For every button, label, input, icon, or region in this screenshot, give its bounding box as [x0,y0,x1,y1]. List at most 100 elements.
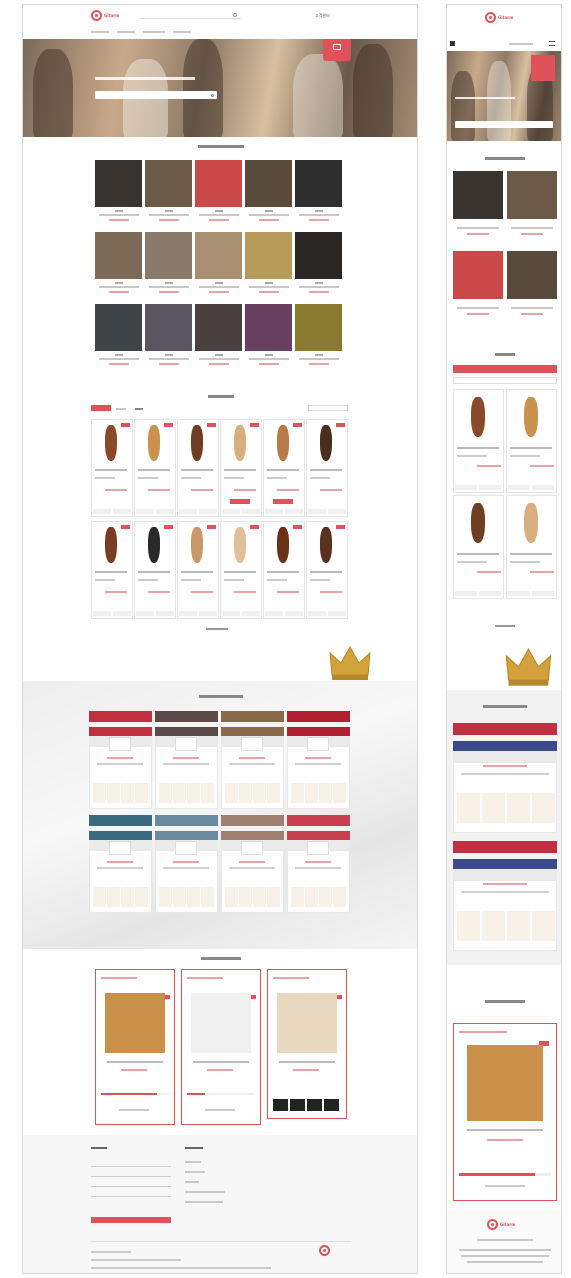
shop-product-thumb[interactable] [121,887,134,907]
compare-button[interactable] [508,485,530,490]
cart-button[interactable] [199,611,217,616]
section2-more-link[interactable] [206,628,228,630]
product-name[interactable] [249,214,289,216]
footer-link[interactable] [185,1171,205,1173]
shop-product-thumb[interactable] [457,793,480,823]
shop-product-thumb[interactable] [253,783,266,803]
product-name[interactable] [99,358,139,360]
shop-product-thumb[interactable] [333,783,346,803]
product-image[interactable] [277,527,289,563]
shop-product-thumb[interactable] [159,783,172,803]
shop-name[interactable] [173,861,199,863]
product-image[interactable] [95,304,142,351]
product-name[interactable] [224,571,256,573]
product-name[interactable] [457,227,499,229]
cart-button[interactable] [242,509,260,514]
product-name[interactable] [149,214,189,216]
shop-product-thumb[interactable] [187,887,200,907]
product-name[interactable] [299,214,339,216]
buy-button[interactable] [230,499,250,504]
product-name[interactable] [249,358,289,360]
product-image[interactable] [145,304,192,351]
footer-input[interactable] [91,1191,171,1197]
nav-item[interactable] [173,31,191,33]
shop-product-thumb[interactable] [173,887,186,907]
deal-name[interactable] [107,1061,163,1063]
compare-button[interactable] [136,509,154,514]
product-name[interactable] [199,286,239,288]
shop-product-thumb[interactable] [532,793,555,823]
cart-button[interactable] [285,509,303,514]
product-name[interactable] [299,286,339,288]
product-name[interactable] [267,571,299,573]
mobile-tab-bar[interactable] [453,365,557,373]
product-image[interactable] [105,425,117,461]
hero-search-input[interactable] [95,91,217,99]
product-name[interactable] [149,358,189,360]
shop-product-thumb[interactable] [507,911,530,941]
product-image[interactable] [295,160,342,207]
shop-product-thumb[interactable] [319,887,332,907]
shop-product-thumb[interactable] [305,887,318,907]
shop-product-thumb[interactable] [107,783,120,803]
product-image[interactable] [320,527,332,563]
shop-product-thumb[interactable] [225,783,238,803]
product-name[interactable] [249,286,289,288]
product-image[interactable] [234,527,246,563]
cart-button[interactable] [532,485,554,490]
shop-product-thumb[interactable] [225,887,238,907]
mobile-logo[interactable]: Gitarm [485,12,513,23]
deal-name[interactable] [193,1061,249,1063]
shop-name[interactable] [483,883,527,885]
shop-product-thumb[interactable] [239,887,252,907]
cart-button[interactable] [285,611,303,616]
compare-button[interactable] [179,509,197,514]
deal-name[interactable] [279,1061,335,1063]
shop-name[interactable] [239,757,265,759]
compare-button[interactable] [179,611,197,616]
header-link[interactable]: 고객센터 [315,13,330,19]
product-name[interactable] [149,286,189,288]
product-name[interactable] [224,469,256,471]
shop-name[interactable] [173,757,199,759]
cart-button[interactable] [199,509,217,514]
deal-image[interactable] [467,1045,543,1121]
product-image[interactable] [245,232,292,279]
product-image[interactable] [95,232,142,279]
mobile-hero-badge[interactable] [531,55,555,81]
cart-button[interactable] [113,509,131,514]
desktop-logo[interactable]: Gitarm [91,10,119,21]
product-name[interactable] [199,214,239,216]
product-name[interactable] [99,214,139,216]
section2-tab-active[interactable] [91,405,111,411]
shop-product-thumb[interactable] [482,793,505,823]
product-image[interactable] [524,503,538,543]
shop-product-thumb[interactable] [135,783,148,803]
footer-link[interactable] [185,1191,225,1193]
product-name[interactable] [99,286,139,288]
product-name[interactable] [138,469,170,471]
compare-button[interactable] [222,509,240,514]
deal-image[interactable] [191,993,251,1053]
product-image[interactable] [191,425,203,461]
footer-input[interactable] [91,1161,171,1167]
product-name[interactable] [457,447,499,449]
shop-name[interactable] [305,861,331,863]
deal-image[interactable] [277,993,337,1053]
shop-product-thumb[interactable] [239,783,252,803]
footer-input[interactable] [91,1181,171,1187]
cart-button[interactable] [532,591,554,596]
search-icon[interactable] [211,93,214,97]
footer-link[interactable] [185,1181,199,1183]
product-image[interactable] [195,232,242,279]
section2-tab[interactable] [135,408,143,410]
product-name[interactable] [310,469,342,471]
product-image[interactable] [105,527,117,563]
product-name[interactable] [510,447,552,449]
product-image[interactable] [320,425,332,461]
footer-link[interactable] [185,1161,201,1163]
product-name[interactable] [95,469,127,471]
product-image[interactable] [471,503,485,543]
product-name[interactable] [299,358,339,360]
shop-product-thumb[interactable] [305,783,318,803]
